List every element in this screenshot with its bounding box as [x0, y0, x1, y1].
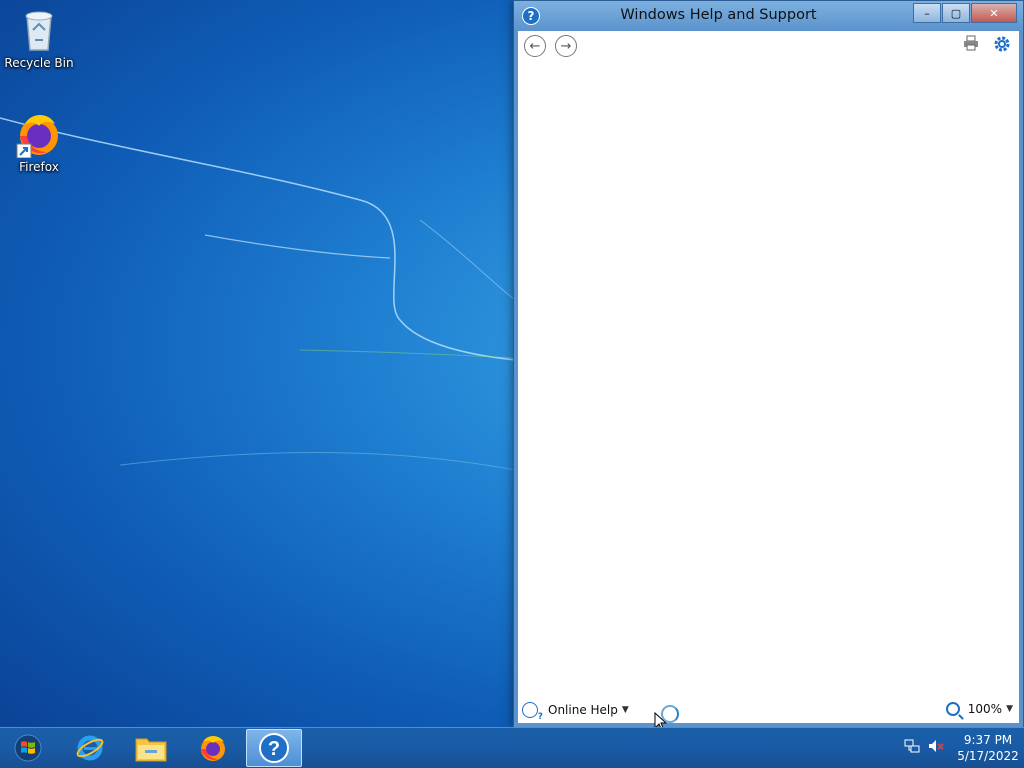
- zoom-level: 100%: [967, 702, 1003, 716]
- internet-explorer-icon: [76, 735, 104, 761]
- desktop-icon-firefox[interactable]: Firefox: [1, 110, 77, 174]
- forward-button[interactable]: →: [555, 35, 577, 57]
- folder-icon: [135, 738, 167, 762]
- online-help-label: Online Help: [548, 703, 618, 717]
- taskbar: ? 9:37 PM 5/17/2022: [0, 727, 1024, 768]
- clock-date: 5/17/2022: [957, 749, 1019, 763]
- forward-arrow-icon: →: [560, 38, 572, 54]
- zoom-button[interactable]: 100% ▼: [945, 702, 1013, 716]
- help-statusbar: Online Help ▼ 100% ▼: [518, 697, 1019, 723]
- taskbar-app-file-explorer[interactable]: [123, 729, 179, 767]
- chevron-down-icon: ▼: [1006, 704, 1013, 714]
- firefox-icon: [15, 110, 63, 159]
- desktop-icon-label: Firefox: [19, 160, 59, 174]
- help-window: ? Windows Help and Support – ▢ ✕ ← → ? O…: [513, 0, 1024, 728]
- online-help-icon: [522, 702, 543, 722]
- chevron-down-icon: ▼: [621, 705, 629, 715]
- system-tray: 9:37 PM 5/17/2022: [904, 728, 1024, 768]
- caption-buttons: – ▢ ✕: [912, 3, 1017, 23]
- volume-muted-icon[interactable]: [928, 738, 944, 758]
- help-content-area: ← → Online Help ▼ 100%: [518, 31, 1019, 723]
- busy-indicator-icon: [661, 705, 679, 723]
- online-help-button[interactable]: Online Help ▼: [522, 702, 629, 722]
- window-title: Windows Help and Support: [620, 7, 817, 23]
- close-button[interactable]: ✕: [971, 3, 1017, 23]
- maximize-button[interactable]: ▢: [942, 3, 970, 23]
- clock-time: 9:37 PM: [963, 733, 1013, 747]
- back-button[interactable]: ←: [524, 35, 546, 57]
- taskbar-app-firefox[interactable]: [185, 729, 241, 767]
- firefox-icon: [201, 736, 225, 761]
- gear-icon[interactable]: [993, 35, 1011, 57]
- start-button[interactable]: [0, 728, 55, 768]
- help-icon: ?: [259, 733, 289, 763]
- windows-logo-icon: [14, 734, 41, 762]
- taskbar-app-help-and-support[interactable]: ?: [246, 729, 302, 767]
- back-arrow-icon: ←: [529, 38, 541, 54]
- svg-text:?: ?: [268, 738, 280, 760]
- print-icon[interactable]: [963, 35, 979, 57]
- desktop-icon-label: Recycle Bin: [4, 56, 74, 70]
- network-icon[interactable]: [904, 738, 920, 758]
- recycle-bin-icon: [15, 6, 63, 54]
- taskbar-app-internet-explorer[interactable]: [62, 729, 118, 767]
- desktop-icon-recycle-bin[interactable]: Recycle Bin: [1, 6, 77, 70]
- taskbar-clock[interactable]: 9:37 PM 5/17/2022: [952, 732, 1024, 764]
- magnifier-icon: [945, 702, 960, 716]
- help-toolbar: ← →: [518, 31, 1019, 61]
- window-titlebar[interactable]: ? Windows Help and Support – ▢ ✕: [514, 1, 1023, 31]
- minimize-button[interactable]: –: [913, 3, 941, 23]
